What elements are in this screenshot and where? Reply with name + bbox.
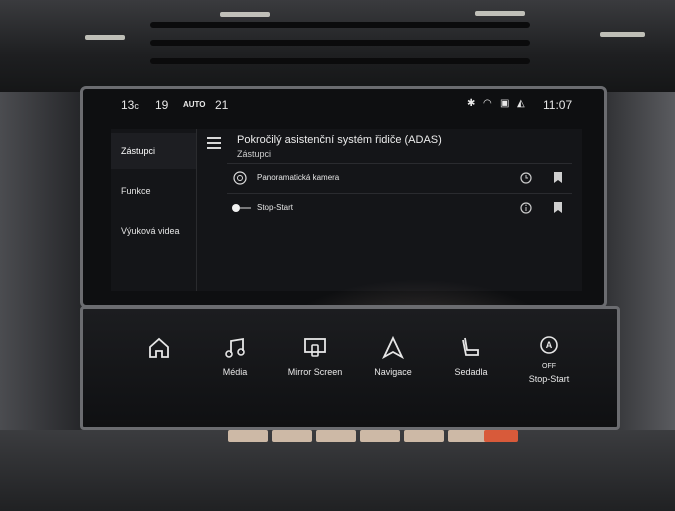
info-icon[interactable] bbox=[520, 202, 532, 214]
media-button[interactable]: Média bbox=[199, 323, 271, 411]
bookmark-icon[interactable] bbox=[554, 172, 562, 183]
navigation-button[interactable]: Navigace bbox=[357, 323, 429, 411]
stop-start-off-icon: A bbox=[540, 336, 558, 354]
temperature-right[interactable]: 21 bbox=[215, 98, 228, 112]
bookmark-icon[interactable] bbox=[554, 202, 562, 213]
mirror-screen-icon bbox=[304, 338, 326, 357]
main-panel: Pokročilý asistenční systém řidiče (ADAS… bbox=[197, 129, 582, 291]
sidebar: Zástupci Funkce Výuková videa bbox=[111, 129, 197, 291]
cabin-light bbox=[220, 12, 270, 17]
seat-icon bbox=[462, 337, 479, 356]
home-icon bbox=[149, 337, 169, 358]
page-title: Pokročilý asistenční systém řidiče (ADAS… bbox=[237, 134, 442, 146]
list-item-panoramic-camera[interactable]: Panoramatická kamera bbox=[227, 163, 572, 194]
air-vent bbox=[150, 58, 530, 64]
touch-shortcut-bar: Média Mirror Screen Navigace Sedadla A O… bbox=[80, 306, 620, 430]
sidebar-item-functions[interactable]: Funkce bbox=[111, 173, 196, 209]
list-item-label: Panoramatická kamera bbox=[257, 173, 340, 182]
history-icon[interactable] bbox=[520, 172, 532, 184]
dashboard-left bbox=[0, 92, 80, 432]
svg-text:A: A bbox=[546, 340, 553, 350]
bluetooth-icon: ✱ bbox=[467, 98, 476, 109]
physical-key[interactable] bbox=[316, 430, 356, 442]
hamburger-menu-icon[interactable] bbox=[207, 137, 221, 149]
physical-key[interactable] bbox=[404, 430, 444, 442]
toggle-icon[interactable] bbox=[227, 201, 251, 215]
stop-start-button[interactable]: A OFF Stop-Start bbox=[513, 323, 585, 411]
page-subtitle: Zástupci bbox=[237, 149, 272, 159]
hazard-key[interactable] bbox=[484, 430, 518, 442]
physical-key[interactable] bbox=[448, 430, 488, 442]
mirror-screen-button[interactable]: Mirror Screen bbox=[279, 323, 351, 411]
cabin-light bbox=[600, 32, 645, 37]
list-item-stop-start[interactable]: Stop-Start bbox=[227, 193, 572, 224]
sidebar-item-tutorial-videos[interactable]: Výuková videa bbox=[111, 213, 196, 249]
screen-reflection bbox=[273, 279, 563, 305]
sidebar-item-shortcuts[interactable]: Zástupci bbox=[111, 133, 196, 169]
list-item-label: Stop-Start bbox=[257, 203, 294, 212]
physical-key[interactable] bbox=[360, 430, 400, 442]
seats-button[interactable]: Sedadla bbox=[435, 323, 507, 411]
navigation-arrow-icon bbox=[381, 335, 405, 360]
camera-icon bbox=[233, 171, 247, 185]
physical-key[interactable] bbox=[272, 430, 312, 442]
status-bar: 13c 19 AUTO 21 ✱ ◠ ▣ ◭ 11:07 bbox=[83, 89, 604, 119]
music-note-icon bbox=[225, 337, 245, 358]
signal-icon: ◭ bbox=[517, 98, 525, 109]
physical-keys bbox=[228, 430, 518, 444]
cabin-light bbox=[85, 35, 125, 40]
content-area: Zástupci Funkce Výuková videa Pokročilý … bbox=[111, 129, 582, 291]
physical-key[interactable] bbox=[228, 430, 268, 442]
dashboard-top bbox=[0, 0, 675, 92]
fan-speed[interactable]: 19 bbox=[155, 98, 168, 112]
air-vent bbox=[150, 22, 530, 28]
home-button[interactable] bbox=[123, 323, 195, 411]
car-icon: ▣ bbox=[500, 98, 510, 109]
air-vent bbox=[150, 40, 530, 46]
stop-start-badge: OFF bbox=[542, 363, 556, 370]
auto-climate-label[interactable]: AUTO bbox=[183, 100, 206, 109]
cabin-light bbox=[475, 11, 525, 16]
clock: 11:07 bbox=[543, 98, 573, 112]
temperature-left[interactable]: 13c bbox=[121, 98, 139, 112]
infotainment-screen: 13c 19 AUTO 21 ✱ ◠ ▣ ◭ 11:07 Zástupci Fu… bbox=[80, 86, 607, 308]
wifi-icon: ◠ bbox=[483, 98, 492, 109]
